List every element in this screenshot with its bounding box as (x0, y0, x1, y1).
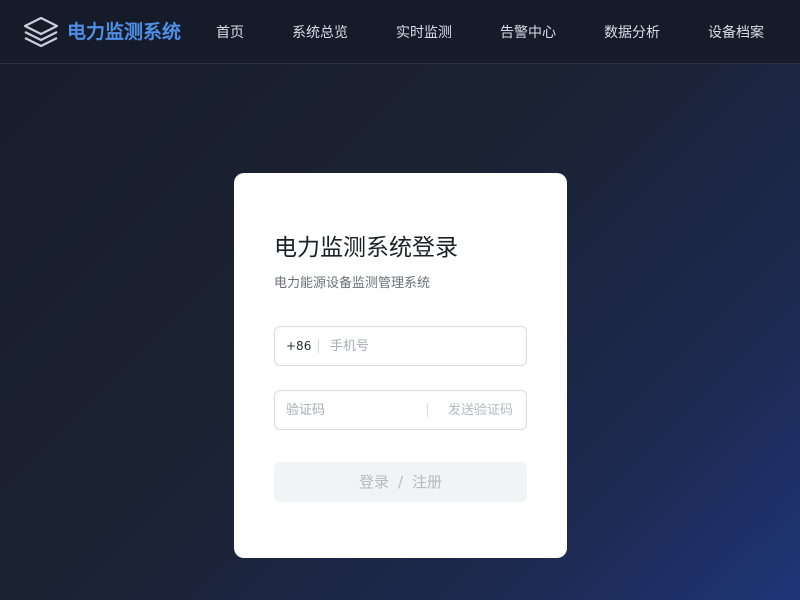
country-code-prefix[interactable]: +86 (286, 337, 311, 355)
phone-input[interactable] (330, 336, 515, 356)
login-label: 登录 (358, 473, 389, 491)
nav-item-device-archive[interactable]: 设备档案 (708, 22, 764, 44)
login-subtitle: 电力能源设备监测管理系统 (274, 276, 431, 291)
send-code-button[interactable]: 发送验证码 (448, 401, 513, 421)
label-separator: / (397, 473, 404, 491)
login-title: 电力监测系统登录 (274, 235, 458, 261)
login-card: 电力监测系统登录 电力能源设备监测管理系统 +86 发送验证码 登录 / 注册 (234, 173, 567, 558)
top-navbar: 电力监测系统 首页 系统总览 实时监测 告警中心 数据分析 设备档案 (0, 0, 800, 64)
stacked-layers-icon[interactable] (22, 14, 60, 50)
nav-item-alarm-center[interactable]: 告警中心 (500, 22, 556, 44)
register-label: 注册 (412, 473, 443, 491)
send-code-divider (427, 403, 428, 417)
verification-code-input[interactable] (286, 400, 421, 420)
login-register-button[interactable]: 登录 / 注册 (274, 462, 527, 502)
nav-item-data-analysis[interactable]: 数据分析 (604, 22, 660, 44)
verification-code-field[interactable]: 发送验证码 (274, 390, 527, 430)
nav-item-home[interactable]: 首页 (216, 22, 244, 44)
prefix-divider (318, 339, 319, 353)
nav-item-system-overview[interactable]: 系统总览 (292, 22, 348, 44)
brand-title[interactable]: 电力监测系统 (67, 19, 181, 45)
phone-field[interactable]: +86 (274, 326, 527, 366)
nav-item-realtime-monitoring[interactable]: 实时监测 (396, 22, 452, 44)
